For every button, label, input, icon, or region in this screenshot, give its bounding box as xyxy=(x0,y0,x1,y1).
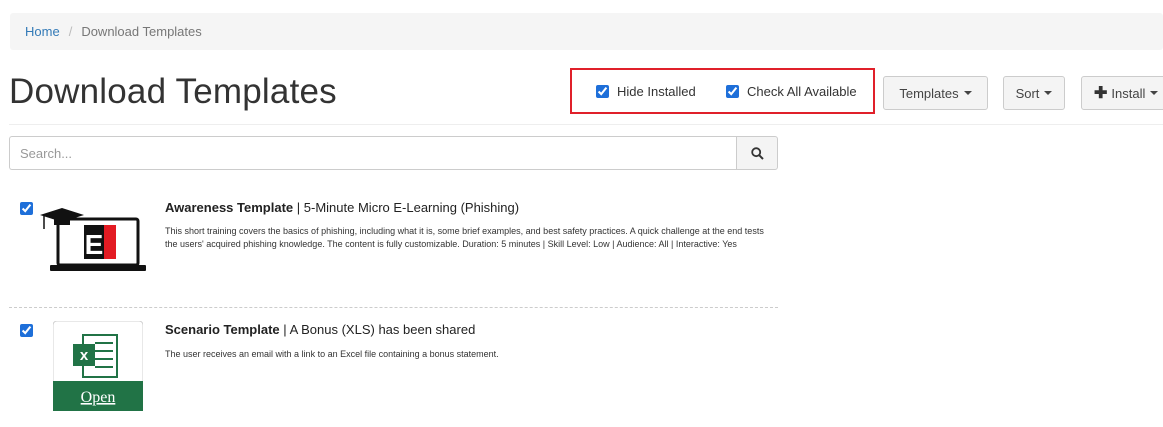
page-title: Download Templates xyxy=(9,72,337,111)
install-dropdown-button[interactable]: ✚ Install xyxy=(1081,76,1163,110)
check-all-label: Check All Available xyxy=(747,83,857,99)
hide-installed-label: Hide Installed xyxy=(617,83,696,99)
sort-button-label: Sort xyxy=(1015,85,1040,101)
caret-down-icon xyxy=(1150,91,1159,95)
search-icon xyxy=(750,146,764,160)
item-type: Awareness Template xyxy=(165,200,294,215)
search-bar xyxy=(9,136,778,170)
caret-down-icon xyxy=(1044,91,1053,95)
item-name: A Bonus (XLS) has been shared xyxy=(289,322,476,337)
hide-installed-option[interactable]: Hide Installed xyxy=(596,83,696,99)
breadcrumb-current: Download Templates xyxy=(81,24,202,39)
check-all-option[interactable]: Check All Available xyxy=(726,83,857,99)
item-description-awareness: This short training covers the basics of… xyxy=(165,226,764,249)
search-input[interactable] xyxy=(9,136,736,170)
excel-icon: x Open xyxy=(52,320,144,412)
item-checkbox-scenario[interactable] xyxy=(20,324,33,337)
breadcrumb-separator: / xyxy=(68,24,73,39)
excel-letter: x xyxy=(80,347,89,364)
item-title-awareness[interactable]: Awareness Template | 5-Minute Micro E-Le… xyxy=(165,200,519,215)
elearning-thumbnail: E xyxy=(40,205,146,278)
elearning-letter: E xyxy=(85,229,104,260)
elearning-icon: E xyxy=(40,208,146,271)
title-separator: | xyxy=(283,322,287,337)
excel-thumbnail: x Open xyxy=(52,320,144,416)
breadcrumb-home-link[interactable]: Home xyxy=(25,24,60,39)
item-title-scenario[interactable]: Scenario Template | A Bonus (XLS) has be… xyxy=(165,322,475,337)
item-divider xyxy=(9,307,778,308)
install-button-label: Install xyxy=(1111,85,1146,101)
title-separator: | xyxy=(296,200,301,215)
item-description-scenario: The user receives an email with a link t… xyxy=(165,349,499,359)
templates-dropdown-button[interactable]: Templates xyxy=(883,76,988,110)
check-all-checkbox[interactable] xyxy=(726,84,739,98)
breadcrumb: Home / Download Templates xyxy=(10,13,1163,50)
item-type: Scenario Template xyxy=(165,322,280,337)
item-name: 5-Minute Micro E-Learning (Phishing) xyxy=(303,200,520,215)
sort-dropdown-button[interactable]: Sort xyxy=(1003,76,1065,110)
excel-open-text: Open xyxy=(81,389,116,406)
hide-installed-checkbox[interactable] xyxy=(596,84,609,98)
title-divider xyxy=(9,124,1163,125)
caret-down-icon xyxy=(963,91,972,95)
item-checkbox-awareness[interactable] xyxy=(20,202,33,215)
templates-button-label: Templates xyxy=(899,85,959,101)
search-button[interactable] xyxy=(736,136,778,170)
plus-icon: ✚ xyxy=(1094,85,1108,102)
